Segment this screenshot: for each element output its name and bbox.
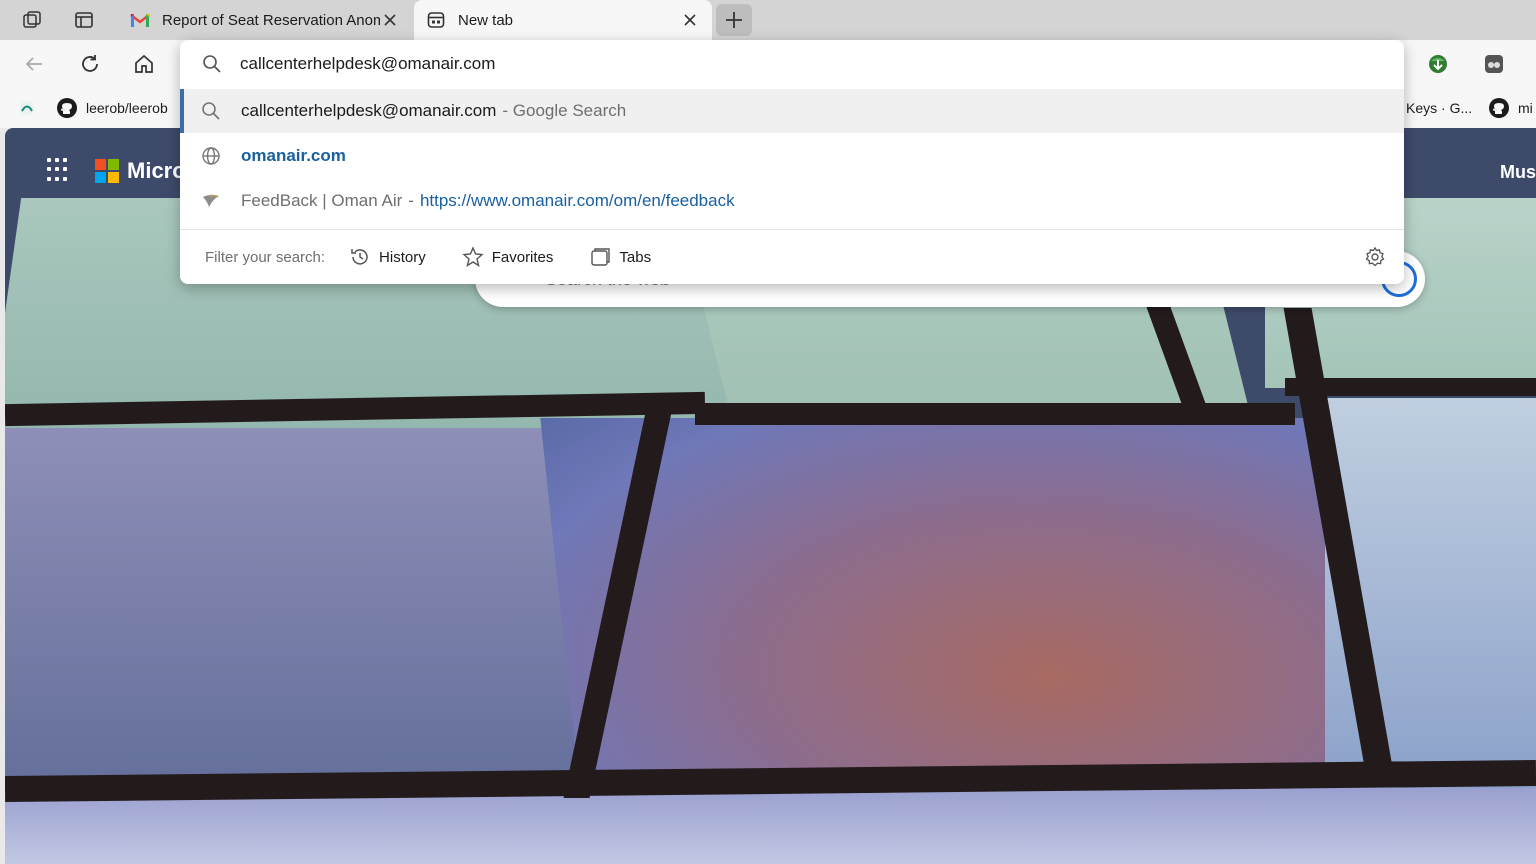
filter-history-button[interactable]: History [349,246,426,268]
workspaces-icon [23,11,41,28]
favorite-item[interactable]: mi [1488,96,1533,120]
suggestion-text: callcenterhelpdesk@omanair.com [241,101,497,120]
search-settings-button[interactable] [1364,246,1386,272]
suggestion-url: omanair.com [241,146,346,165]
favorite-label: leerob/leerob [86,100,168,116]
star-icon [462,246,484,268]
microsoft-logo-icon [95,159,119,183]
tab-actions-button[interactable] [68,6,100,34]
microsoft-logo[interactable]: Micro [95,158,186,184]
back-button[interactable] [16,48,52,80]
app-launcher-icon[interactable] [47,158,71,182]
refresh-icon [82,55,98,72]
filter-tabs-button[interactable]: Tabs [589,246,651,268]
oman-air-favicon [201,191,221,211]
plus-icon [726,12,742,28]
suggestion-site[interactable]: omanair.com [180,134,1404,178]
profile-icon [1485,55,1503,73]
vertical-tabs-icon [75,12,93,28]
tabs-icon [591,248,611,266]
brand-text: Micro [127,158,186,183]
github-icon [57,98,77,118]
workspaces-button[interactable] [16,6,48,34]
tab-new-tab[interactable]: New tab [414,0,712,40]
suggestion-page[interactable]: FeedBack | Oman Air - https://www.omanai… [180,179,1404,223]
suggestion-separator: - [408,191,414,210]
search-icon [202,54,222,78]
site-favicon-icon [20,101,34,115]
close-icon [384,14,396,26]
favorite-label: mi [1518,100,1533,116]
header-right-label[interactable]: Mus [1500,162,1536,183]
arrow-left-icon [25,57,42,71]
new-tab-page-icon [426,10,446,30]
filter-favorites-label: Favorites [491,248,554,266]
filter-label: Filter your search: [205,248,326,266]
close-tab-button[interactable] [380,10,400,30]
favorite-item[interactable] [18,96,36,120]
search-filter-row: Filter your search: History Favorites Ta… [180,232,1404,282]
suggestion-url: https://www.omanair.com/om/en/feedback [419,191,735,210]
gmail-icon [130,10,150,30]
address-bar-dropdown: callcenterhelpdesk@omanair.com - Google … [180,40,1404,284]
tab-title: New tab [458,11,514,29]
history-icon [351,249,368,265]
favorite-item[interactable]: leerob/leerob [56,96,168,120]
favorite-item[interactable]: Keys · G... [1406,96,1472,120]
home-button[interactable] [126,48,162,80]
refresh-button[interactable] [72,48,108,80]
gear-icon [1365,246,1385,267]
filter-favorites-button[interactable]: Favorites [462,246,554,268]
profile-button[interactable] [1476,48,1512,80]
extension-button[interactable] [1420,48,1456,80]
address-bar [180,40,1404,88]
favorite-label: Keys · G... [1406,100,1473,116]
globe-icon [201,146,221,166]
home-icon [135,54,153,73]
suggestion-google-search[interactable]: callcenterhelpdesk@omanair.com - Google … [180,89,1404,133]
idm-extension-icon [1429,55,1447,73]
close-tab-button[interactable] [680,10,700,30]
suggestion-title: FeedBack | Oman Air [241,191,403,210]
new-tab-button[interactable] [716,4,752,36]
filter-tabs-label: Tabs [619,248,652,266]
tab-title: Report of Seat Reservation Anom [162,11,380,29]
address-input[interactable] [240,52,1360,76]
suggestion-suffix: - Google Search [502,101,627,120]
close-icon [684,14,696,26]
tab-strip: Report of Seat Reservation Anom New tab [0,0,1536,40]
github-icon [1489,98,1509,118]
filter-history-label: History [379,248,426,266]
search-icon [201,101,221,121]
tab-gmail[interactable]: Report of Seat Reservation Anom [118,0,412,40]
divider [180,229,1404,230]
